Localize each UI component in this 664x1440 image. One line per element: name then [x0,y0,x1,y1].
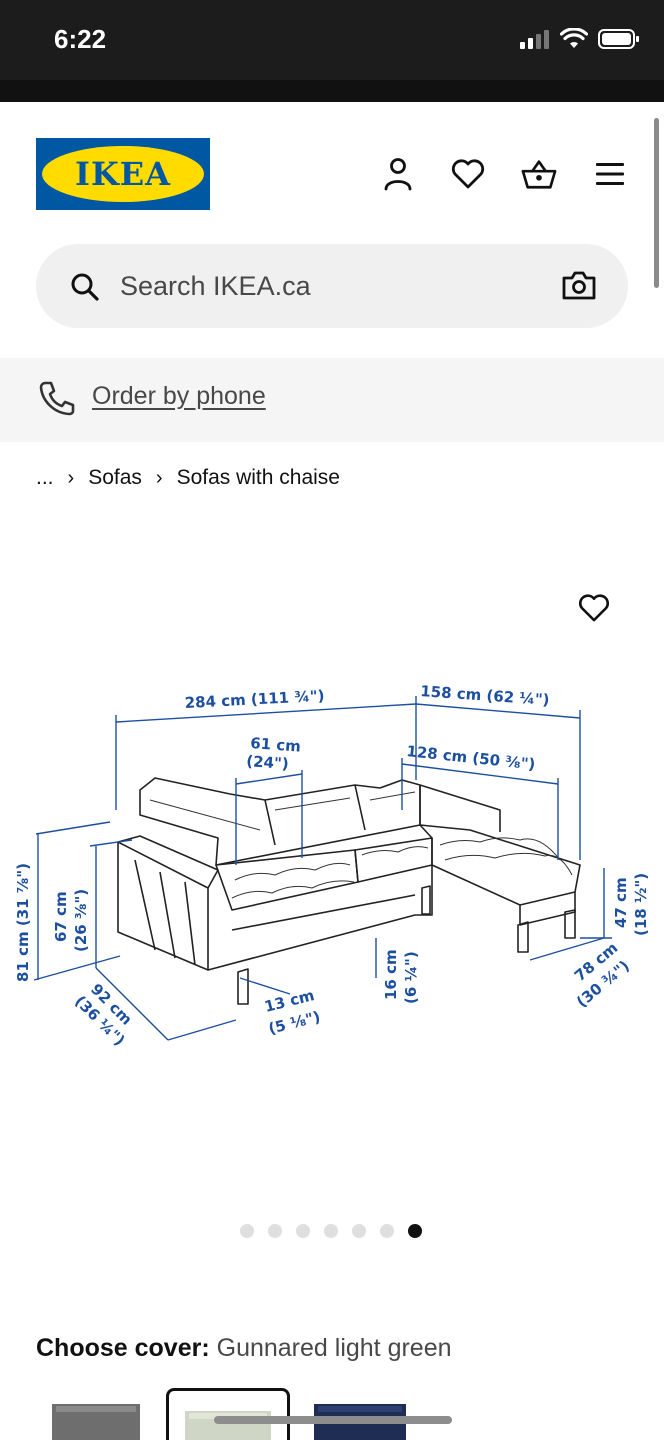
home-indicator[interactable] [214,1416,452,1424]
dim-seat-height: 67 cm [52,891,70,942]
choose-cover-value: Gunnared light green [216,1334,452,1362]
logo-text: IKEA [75,155,171,193]
ikea-logo[interactable]: IKEA [36,138,210,210]
chevron-right-icon: › [155,466,163,489]
dim-clearance-in: (6 ¼") [402,951,420,1004]
chevron-right-icon: › [67,466,75,489]
dim-seat-height-in: (26 ⅜") [72,889,90,952]
site-header: IKEA [0,102,664,358]
dim-chaise-height: 47 cm [612,877,630,928]
carousel-dot-active[interactable] [408,1224,422,1238]
carousel-dot[interactable] [324,1224,338,1238]
user-icon[interactable] [380,154,416,194]
dim-chaise-width: 158 cm (62 ¼") [420,682,550,709]
status-bar: 6:22 [0,0,664,80]
swatch-dark-grey[interactable] [50,1388,142,1440]
basket-icon[interactable] [521,154,557,194]
breadcrumb-item-sofas[interactable]: Sofas [88,466,142,490]
swatch-dark-blue[interactable] [312,1388,408,1440]
breadcrumb: ... › Sofas › Sofas with chaise [36,466,340,490]
breadcrumb-ellipsis[interactable]: ... [36,466,54,490]
dim-height: 81 cm (31 ⅞") [14,863,32,982]
logo-oval: IKEA [42,146,204,202]
wifi-icon [560,28,588,48]
carousel-dot[interactable] [296,1224,310,1238]
heart-icon [579,594,609,622]
browser-strip [0,80,664,102]
dim-chaise-height-in: (18 ½") [632,873,650,936]
search-icon[interactable] [70,272,100,302]
image-carousel-dots [240,1224,422,1238]
page-scrollbar[interactable] [654,118,659,288]
breadcrumb-item-sofas-with-chaise[interactable]: Sofas with chaise [177,466,340,490]
camera-icon[interactable] [562,270,596,300]
heart-icon[interactable] [450,154,486,194]
order-by-phone-link[interactable]: Order by phone [92,382,266,411]
dimension-labels: 284 cm (111 ¾") 158 cm (62 ¼") 61 cm (24… [14,682,650,1049]
swatch-light-green-selected[interactable] [166,1388,290,1440]
cover-swatches [0,1388,664,1440]
carousel-dot[interactable] [268,1224,282,1238]
dim-total-width: 284 cm (111 ¾") [184,687,325,712]
status-time: 6:22 [54,24,107,54]
battery-icon [598,29,639,49]
carousel-dot[interactable] [240,1224,254,1238]
save-to-favourites-button[interactable] [574,588,614,628]
menu-icon[interactable] [592,154,628,194]
order-by-phone-bar: Order by phone [0,358,664,442]
carousel-dot[interactable] [380,1224,394,1238]
product-dimension-image[interactable]: 284 cm (111 ¾") 158 cm (62 ¼") 61 cm (24… [0,660,664,1120]
choose-cover: Choose cover: Gunnared light green [36,1334,452,1363]
search-input[interactable] [120,266,540,306]
signal-icon [520,30,549,49]
dim-clearance: 16 cm [382,949,400,1000]
choose-cover-label: Choose cover: [36,1334,210,1362]
dim-seat-width-in: (24") [246,752,290,773]
search-bar[interactable] [36,244,628,328]
carousel-dot[interactable] [352,1224,366,1238]
dim-chaise-seat-width: 128 cm (50 ⅜") [406,742,537,773]
status-icons [520,28,640,50]
phone-icon [39,381,75,416]
